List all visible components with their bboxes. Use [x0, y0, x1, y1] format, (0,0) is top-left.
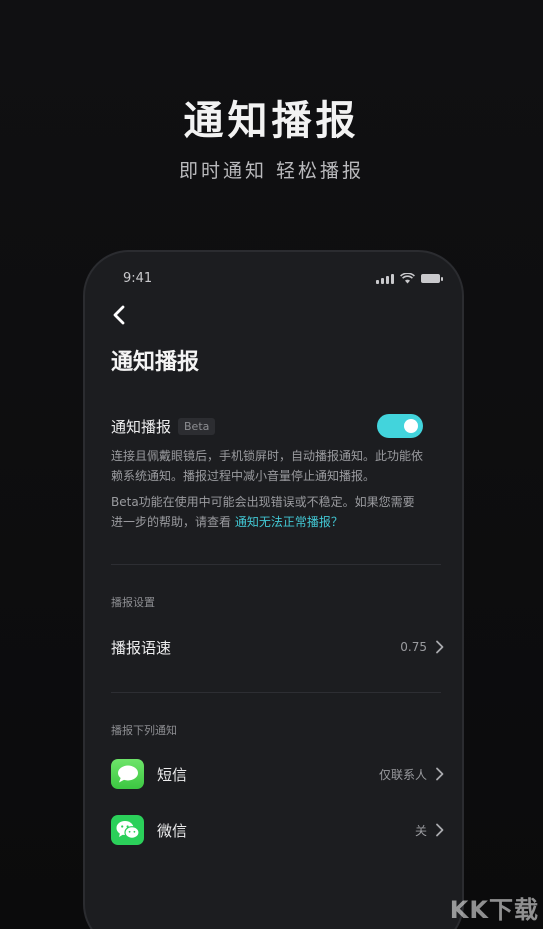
sms-label: 短信	[157, 765, 188, 784]
speech-rate-label: 播报语速	[111, 638, 172, 657]
notify-broadcast-toggle[interactable]	[377, 414, 423, 438]
section-label-notify-apps: 播报下列通知	[111, 724, 177, 737]
divider	[111, 692, 441, 693]
sms-row[interactable]: 短信 仅联系人	[111, 759, 445, 789]
wechat-value: 关	[414, 823, 427, 838]
message-bubble-icon	[111, 759, 144, 789]
hero-title: 通知播报	[183, 98, 360, 144]
wifi-icon	[400, 273, 415, 284]
back-icon[interactable]	[109, 304, 131, 326]
signal-icon	[376, 273, 394, 284]
help-link[interactable]: 通知无法正常播报？	[235, 515, 343, 529]
feature-description: 连接且佩戴眼镜后，手机锁屏时，自动播报通知。此功能依赖系统通知。播报过程中减小音…	[111, 449, 424, 483]
beta-notice: Beta功能在使用中可能会出现错误或不稳定。如果您需要进一步的帮助，请查看 通知…	[111, 492, 426, 532]
sms-value: 仅联系人	[378, 767, 427, 782]
battery-icon	[421, 274, 443, 283]
wechat-label: 微信	[157, 821, 188, 840]
speech-rate-row[interactable]: 播报语速 0.75	[111, 632, 445, 662]
status-time: 9:41	[123, 271, 153, 286]
hero-subtitle: 即时通知 轻松播报	[178, 160, 365, 182]
beta-badge: Beta	[178, 417, 216, 435]
divider	[111, 564, 441, 565]
speech-rate-value: 0.75	[400, 640, 427, 654]
notify-broadcast-toggle-row: 通知播报 Beta	[111, 414, 423, 438]
wechat-row[interactable]: 微信 关	[111, 815, 445, 845]
chevron-right-icon	[436, 823, 444, 837]
status-icons	[376, 273, 443, 284]
screen-title: 通知播报	[111, 350, 200, 375]
watermark: KK下载	[449, 896, 539, 924]
chevron-right-icon	[436, 767, 444, 781]
section-label-broadcast-settings: 播报设置	[111, 596, 155, 609]
toggle-label: 通知播报	[111, 417, 172, 436]
chevron-right-icon	[436, 640, 444, 654]
promo-page: 通知播报 即时通知 轻松播报 9:41 通知播报 通知播报 Beta 连接且佩戴…	[0, 0, 543, 929]
toggle-knob	[404, 419, 418, 433]
phone-frame: 9:41 通知播报 通知播报 Beta 连接且佩戴眼镜后，手机锁屏时，自动播报通…	[83, 250, 464, 929]
wechat-icon	[111, 815, 144, 845]
